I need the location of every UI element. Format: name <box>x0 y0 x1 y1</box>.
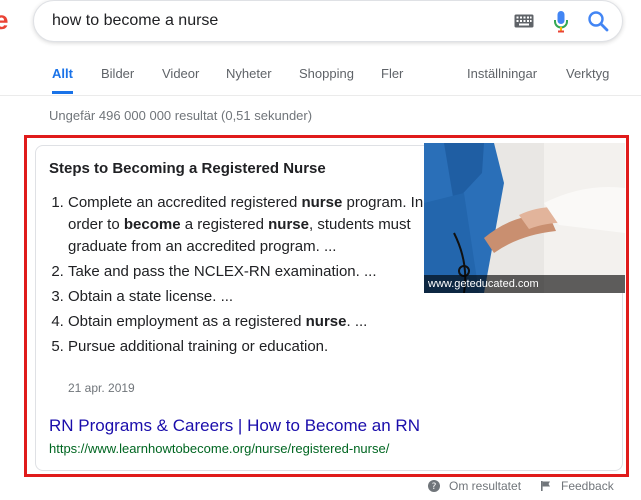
tab-videor[interactable]: Videor <box>162 60 199 94</box>
svg-text:?: ? <box>432 482 437 492</box>
tab-nyheter[interactable]: Nyheter <box>226 60 272 94</box>
feedback-label: Feedback <box>561 479 614 493</box>
search-tabs: Allt Bilder Videor Nyheter Shopping Fler… <box>0 60 641 96</box>
help-icon: ? <box>428 480 440 492</box>
tab-allt[interactable]: Allt <box>52 60 73 94</box>
tab-shopping[interactable]: Shopping <box>299 60 354 94</box>
flag-icon <box>541 481 550 491</box>
tab-installningar[interactable]: Inställningar <box>467 60 537 94</box>
tab-fler[interactable]: Fler <box>381 60 403 94</box>
highlight-annotation-box <box>24 135 629 477</box>
tab-verktyg[interactable]: Verktyg <box>566 60 609 94</box>
keyboard-icon[interactable] <box>514 14 534 28</box>
search-icon[interactable] <box>587 10 609 32</box>
tab-bilder[interactable]: Bilder <box>101 60 134 94</box>
about-results-link[interactable]: ? Om resultatet <box>428 479 521 493</box>
search-input[interactable] <box>52 9 492 33</box>
result-stats: Ungefär 496 000 000 resultat (0,51 sekun… <box>49 108 313 123</box>
google-logo-fragment[interactable]: e <box>0 6 8 34</box>
search-box[interactable] <box>33 0 623 42</box>
about-results-label: Om resultatet <box>449 479 522 493</box>
microphone-icon[interactable] <box>553 10 569 34</box>
feedback-link[interactable]: Feedback <box>540 479 614 493</box>
tabs-divider <box>0 95 641 96</box>
